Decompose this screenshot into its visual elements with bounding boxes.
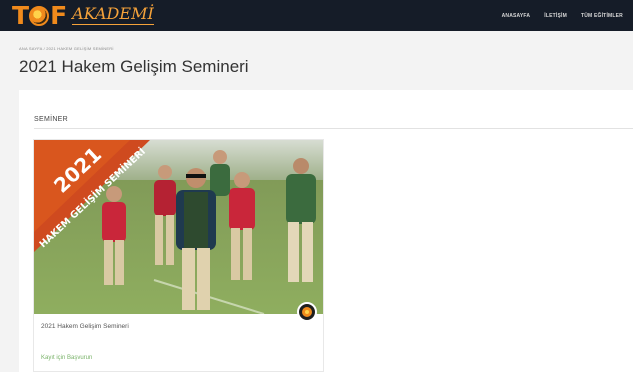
- nav-item-all-trainings[interactable]: TÜM EĞİTİMLER: [581, 13, 623, 19]
- course-title[interactable]: 2021 Hakem Gelişim Semineri: [41, 323, 129, 330]
- course-image[interactable]: 2021 HAKEM GELİŞİM SEMİNERİ: [34, 140, 323, 314]
- register-link[interactable]: Kayıt için Başvurun: [41, 355, 92, 361]
- logo-letter-t: T: [12, 1, 29, 30]
- page-title: 2021 Hakem Gelişim Semineri: [19, 57, 249, 76]
- content-panel: SEMİNER 2021 HAKEM GELİŞİM SEMİNERİ 2021…: [19, 90, 633, 372]
- nav-item-home[interactable]: ANASAYFA: [502, 13, 531, 19]
- section-label: SEMİNER: [34, 116, 68, 123]
- course-card[interactable]: 2021 HAKEM GELİŞİM SEMİNERİ 2021 Hakem G…: [33, 139, 324, 372]
- nav-item-contact[interactable]: İLETİŞİM: [544, 13, 567, 19]
- whistle-ball-icon: [297, 302, 317, 322]
- breadcrumb[interactable]: ANA SAYFA / 2021 HAKEM GELİŞİM SEMİNERİ: [19, 46, 114, 51]
- tof-akademi-logo[interactable]: T F AKADEMİ: [12, 2, 154, 29]
- logo-subtitle: AKADEMİ: [72, 4, 154, 25]
- ball-icon: [302, 307, 312, 317]
- main-nav: ANASAYFA İLETİŞİM TÜM EĞİTİMLER: [502, 0, 623, 31]
- course-image-illustration: 2021 HAKEM GELİŞİM SEMİNERİ: [34, 140, 323, 314]
- top-navbar: T F AKADEMİ ANASAYFA İLETİŞİM TÜM EĞİTİM…: [0, 0, 633, 31]
- logo-letter-f: F: [50, 1, 67, 30]
- section-divider: [34, 128, 633, 129]
- logo-ball-icon: [29, 5, 50, 26]
